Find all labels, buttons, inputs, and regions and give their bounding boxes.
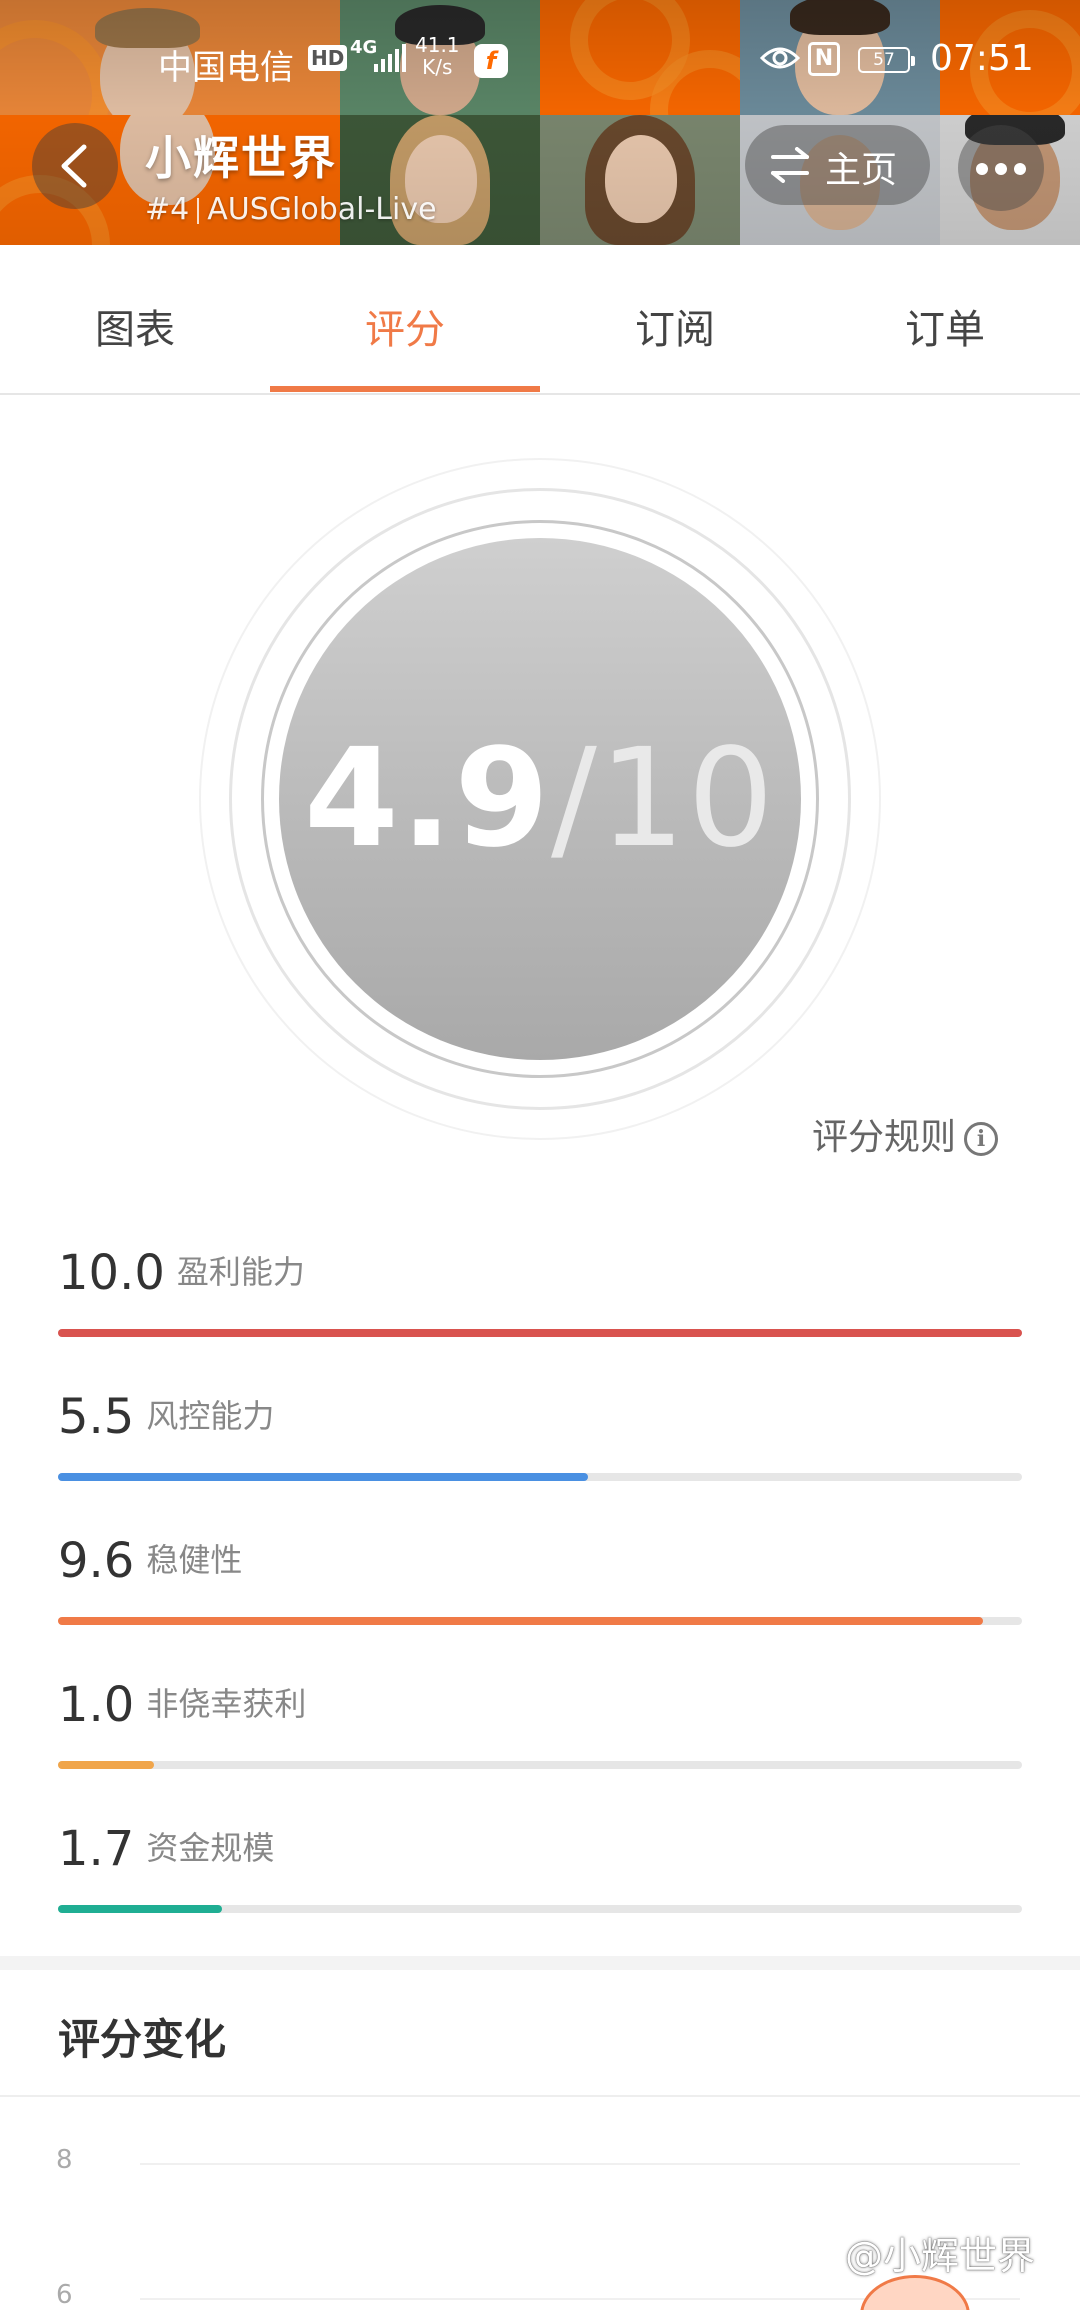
score-value: 4.9/10 — [199, 458, 881, 1140]
tab-rating[interactable]: 评分 — [270, 245, 540, 395]
battery-level: 57 — [873, 50, 895, 70]
speed-value: 41.1 — [415, 33, 460, 57]
metric-row: 5.5 风控能力 — [58, 1389, 1022, 1509]
nfc-icon: N — [808, 42, 840, 76]
switch-icon — [771, 147, 809, 183]
chevron-left-icon — [61, 144, 87, 188]
network-speed: 41.1 K/s — [415, 34, 460, 78]
separator — [197, 197, 200, 224]
eye-icon — [760, 47, 800, 69]
metric-track — [58, 1761, 1022, 1769]
metric-value: 1.7 — [58, 1821, 135, 1877]
account-subtitle: #4 AUSGlobal-Live — [145, 192, 437, 227]
metric-name: 稳健性 — [146, 1541, 243, 1579]
more-button[interactable] — [958, 125, 1044, 211]
status-bar: 中国电信 HD 4G 41.1 K/s f N 57 07:51 — [0, 0, 1080, 120]
speed-unit: K/s — [422, 55, 453, 79]
rating-rules-label: 评分规则 — [812, 1117, 957, 1158]
tab-orders[interactable]: 订单 — [810, 245, 1080, 395]
metric-value: 9.6 — [58, 1533, 135, 1589]
active-tab-indicator — [270, 386, 540, 392]
tab-chart[interactable]: 图表 — [0, 245, 270, 395]
section-title: 评分变化 — [58, 2015, 227, 2064]
metric-value: 1.0 — [58, 1677, 135, 1733]
back-button[interactable] — [32, 123, 118, 209]
home-button-label: 主页 — [825, 150, 898, 191]
tab-subscribe[interactable]: 订阅 — [540, 245, 810, 395]
metric-track — [58, 1473, 1022, 1481]
metric-bar-fill — [58, 1761, 155, 1769]
carrier-label: 中国电信 — [158, 48, 294, 88]
metric-name: 资金规模 — [146, 1829, 275, 1867]
metric-row: 10.0 盈利能力 — [58, 1245, 1022, 1365]
server-label: AUSGlobal-Live — [207, 192, 437, 227]
metric-row: 1.7 资金规模 — [58, 1821, 1022, 1941]
tab-bar: 图表 评分 订阅 订单 — [0, 245, 1080, 395]
home-button[interactable]: 主页 — [745, 125, 930, 205]
more-dot — [995, 163, 1007, 175]
more-dot — [976, 163, 988, 175]
metric-bar-fill — [58, 1905, 222, 1913]
clock: 07:51 — [930, 38, 1034, 79]
score-circle: 4.9/10 — [199, 458, 881, 1140]
metric-track — [58, 1905, 1022, 1913]
battery-icon: 57 — [858, 47, 915, 73]
metric-name: 盈利能力 — [176, 1253, 305, 1291]
rating-rules-link[interactable]: 评分规则 i — [812, 1108, 999, 1160]
metric-name: 风控能力 — [146, 1397, 275, 1435]
metric-bar-fill — [58, 1617, 984, 1625]
page-title: 小辉世界 — [145, 131, 337, 185]
metric-bar-fill — [58, 1329, 1022, 1337]
section-separator — [0, 2095, 1080, 2097]
metric-bar-fill — [58, 1473, 589, 1481]
metric-name: 非侥幸获利 — [146, 1685, 307, 1723]
y-axis-tick: 6 — [56, 2280, 73, 2310]
metric-value: 5.5 — [58, 1389, 135, 1445]
info-icon: i — [964, 1122, 999, 1156]
metric-row: 1.0 非侥幸获利 — [58, 1677, 1022, 1797]
metric-value: 10.0 — [58, 1245, 165, 1301]
hd-icon: HD — [308, 45, 348, 71]
score-number: 4.9 — [304, 720, 552, 878]
score-total: /10 — [551, 720, 776, 878]
metric-track — [58, 1329, 1022, 1337]
rank-label: #4 — [145, 192, 190, 227]
section-divider — [0, 1956, 1080, 1970]
grid-line — [140, 2163, 1020, 2165]
signal-icon — [374, 44, 406, 72]
y-axis-tick: 8 — [56, 2145, 73, 2175]
watermark: @小辉世界 — [845, 2234, 1036, 2278]
app-notification-icon: f — [474, 44, 508, 78]
metric-track — [58, 1617, 1022, 1625]
chart-data-point — [860, 2275, 970, 2310]
more-dot — [1014, 163, 1026, 175]
metric-row: 9.6 稳健性 — [58, 1533, 1022, 1653]
